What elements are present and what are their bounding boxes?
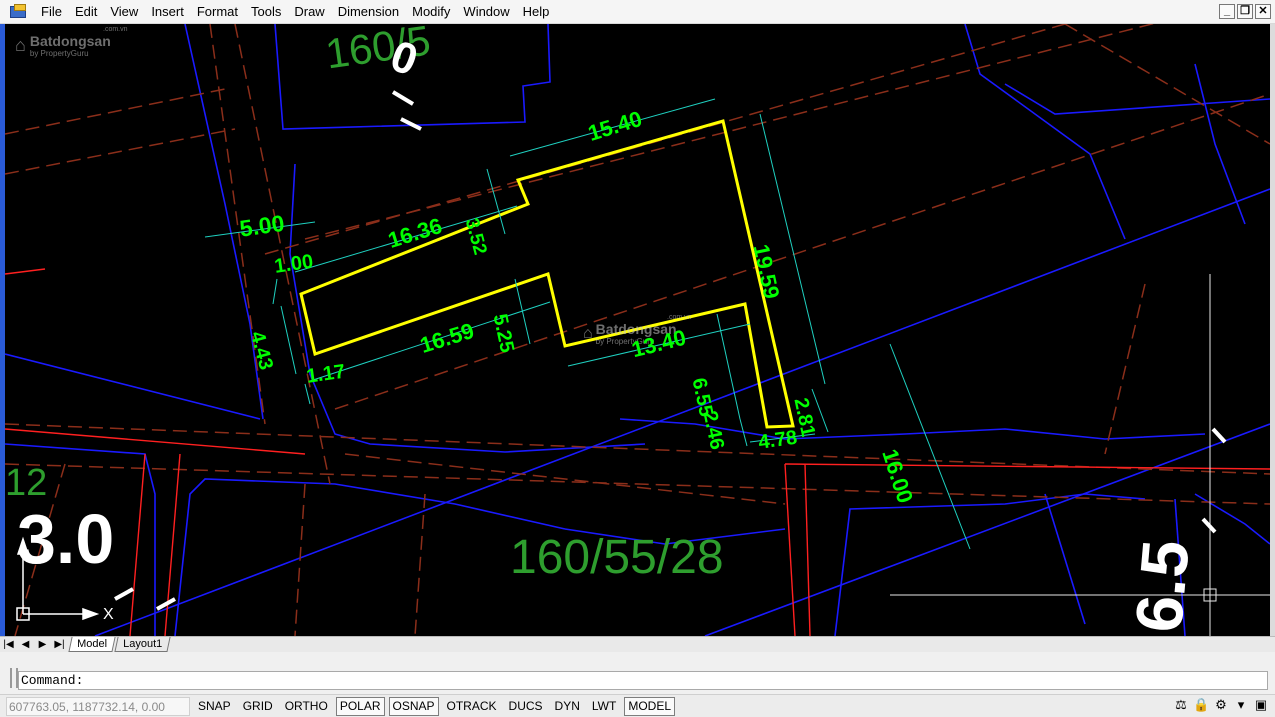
menu-tools[interactable]: Tools (246, 0, 289, 24)
drawing-label-bottom-parcel[interactable]: 160/55/28 (510, 534, 724, 582)
lock-icon[interactable]: 🔒 (1193, 697, 1209, 713)
toggle-model[interactable]: MODEL (624, 696, 676, 716)
drawing-label-right-number[interactable]: 6.5 (1121, 537, 1203, 635)
toggle-otrack[interactable]: OTRACK (443, 697, 501, 716)
toolbar-lock-icon[interactable]: ⚙ (1213, 697, 1229, 713)
menu-bar: File Edit View Insert Format Tools Draw … (0, 0, 1275, 24)
land-parcel-outline[interactable] (299, 119, 795, 429)
watermark-tagline: by PropertyGuru (29, 49, 89, 58)
status-toggles: SNAP GRID ORTHO POLAR OSNAP OTRACK DUCS DYN LWT M… (190, 696, 676, 716)
tab-model[interactable]: Model (68, 637, 116, 652)
watermark-domain-center: .com.vn (667, 314, 692, 321)
menu-window[interactable]: Window (458, 0, 517, 24)
window-controls: _ ❐ ✕ (1219, 4, 1271, 19)
menu-edit[interactable]: Edit (70, 0, 105, 24)
command-resize-handle[interactable] (10, 668, 18, 688)
command-area: Command: (0, 652, 1275, 694)
toggle-dyn[interactable]: DYN (551, 697, 584, 716)
drawing-label-left-small[interactable]: 12 (5, 464, 47, 502)
layout-tab-bar: |◀ ◀ ▶ ▶| Model Layout1 (0, 636, 1275, 652)
command-input[interactable]: Command: (18, 671, 1268, 690)
chevron-down-icon[interactable]: ▾ (1233, 697, 1249, 713)
toggle-ducs[interactable]: DUCS (505, 697, 547, 716)
toggle-grid[interactable]: GRID (239, 697, 277, 716)
menu-format[interactable]: Format (192, 0, 246, 24)
menu-draw[interactable]: Draw (289, 0, 332, 24)
restore-button[interactable]: ❐ (1237, 4, 1253, 19)
watermark-logo-top: .com.vn ⌂ Batdongsan by PropertyGuru (15, 26, 128, 58)
menu-view[interactable]: View (105, 0, 146, 24)
toggle-lwt[interactable]: LWT (588, 697, 620, 716)
menu-dimension[interactable]: Dimension (333, 0, 407, 24)
status-bar: 607763.05, 1187732.14, 0.00 SNAP GRID ORTH… (0, 694, 1275, 717)
autocad-app-icon[interactable] (8, 3, 30, 21)
tab-model-label: Model (77, 638, 108, 650)
drawing-canvas[interactable]: .com.vn ⌂ Batdongsan by PropertyGuru .co… (5, 24, 1270, 636)
right-border-strip (1270, 24, 1275, 636)
menu-modify[interactable]: Modify (407, 0, 458, 24)
next-tab-button[interactable]: ▶ (34, 638, 51, 652)
prev-tab-button[interactable]: ◀ (17, 638, 34, 652)
ucs-x-label: X (103, 606, 114, 623)
autocad-window: File Edit View Insert Format Tools Draw … (0, 0, 1275, 717)
minimize-button[interactable]: _ (1219, 4, 1235, 19)
last-tab-button[interactable]: ▶| (51, 638, 68, 652)
menu-file[interactable]: File (36, 0, 70, 24)
toggle-osnap[interactable]: OSNAP (388, 696, 439, 716)
status-tray: ⚖ 🔒 ⚙ ▾ ▣ (1173, 697, 1269, 713)
toggle-ortho[interactable]: ORTHO (281, 697, 332, 716)
crosshair-cursor (890, 274, 1270, 636)
clean-screen-icon[interactable]: ▣ (1253, 697, 1269, 713)
close-button[interactable]: ✕ (1255, 4, 1271, 19)
house-logo-icon: ⌂ (583, 324, 593, 342)
coordinate-readout: 607763.05, 1187732.14, 0.00 (6, 696, 190, 716)
menu-help[interactable]: Help (518, 0, 558, 24)
watermark-brand: Batdongsan (29, 33, 111, 49)
toggle-snap[interactable]: SNAP (194, 697, 235, 716)
house-logo-icon: ⌂ (15, 35, 26, 55)
annotation-scale-icon[interactable]: ⚖ (1173, 697, 1189, 713)
watermark-domain: .com.vn (103, 26, 128, 33)
tab-layout1-label: Layout1 (123, 638, 163, 650)
drawing-label-left-number[interactable]: 3.0 (17, 504, 114, 574)
toggle-polar[interactable]: POLAR (335, 696, 385, 716)
first-tab-button[interactable]: |◀ (0, 638, 17, 652)
tab-layout1[interactable]: Layout1 (114, 637, 171, 652)
menu-insert[interactable]: Insert (146, 0, 192, 24)
